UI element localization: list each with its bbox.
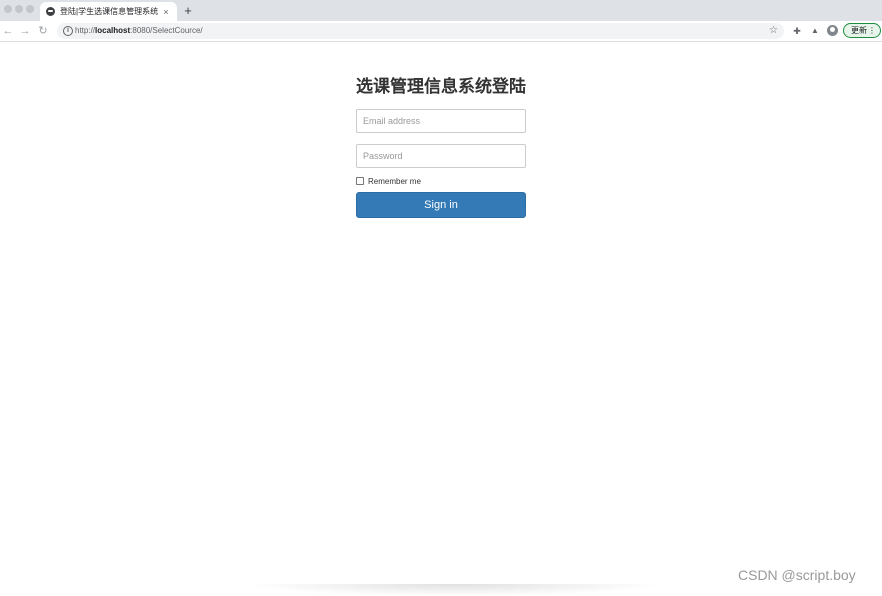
minimize-window-dot[interactable] — [15, 5, 23, 13]
info-icon[interactable]: i — [63, 26, 73, 36]
globe-icon — [46, 7, 55, 16]
extensions-puzzle-icon[interactable]: ✚ — [791, 23, 803, 39]
sign-in-button[interactable]: Sign in — [356, 192, 526, 218]
bottom-shadow — [245, 584, 665, 596]
maximize-window-dot[interactable] — [26, 5, 34, 13]
remember-me-checkbox[interactable] — [356, 177, 364, 185]
tab-title: 登陆|学生选课信息管理系统 — [60, 7, 159, 16]
tab-strip: 登陆|学生选课信息管理系统 × + — [0, 0, 882, 21]
browser-tab[interactable]: 登陆|学生选课信息管理系统 × — [40, 2, 177, 21]
update-button[interactable]: 更新 ⋮ — [843, 23, 881, 38]
bookmark-star-icon[interactable]: ☆ — [769, 23, 778, 39]
address-bar[interactable]: i http://localhost:8080/SelectCource/ ☆ — [57, 23, 784, 39]
email-field[interactable] — [356, 109, 526, 133]
page-title: 选课管理信息系统登陆 — [356, 77, 526, 96]
profile-shortcut-icon[interactable]: ▲ — [810, 23, 820, 39]
remember-me-option[interactable]: Remember me — [356, 175, 421, 187]
reload-icon[interactable]: ↻ — [36, 23, 50, 39]
password-field[interactable] — [356, 144, 526, 168]
watermark: CSDN @script.boy — [738, 567, 856, 583]
menu-dots-icon[interactable]: ⋮ — [868, 24, 876, 37]
new-tab-button[interactable]: + — [181, 2, 195, 19]
forward-icon[interactable]: → — [18, 23, 32, 39]
remember-me-label: Remember me — [368, 176, 421, 186]
url-text[interactable]: http://localhost:8080/SelectCource/ — [75, 23, 203, 39]
avatar-icon[interactable] — [827, 25, 838, 36]
close-window-dot[interactable] — [4, 5, 12, 13]
browser-toolbar: ← → ↻ i http://localhost:8080/SelectCour… — [0, 21, 882, 42]
update-label: 更新 — [851, 26, 867, 35]
back-icon[interactable]: ← — [1, 23, 15, 39]
close-icon[interactable]: × — [161, 7, 171, 17]
